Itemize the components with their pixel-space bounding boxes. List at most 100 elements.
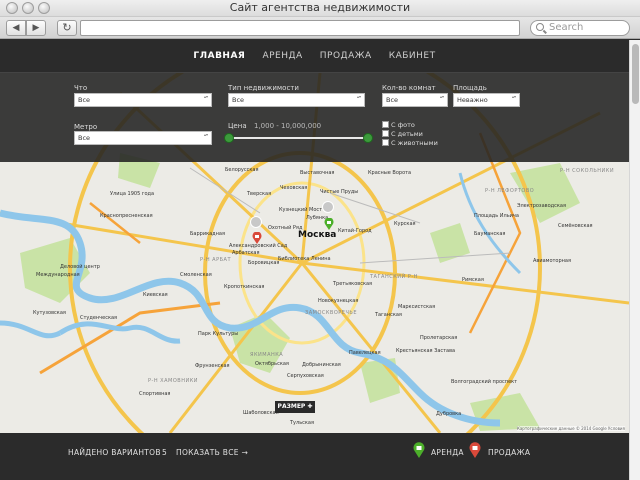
map-district-label: Р-Н СОКОЛЬНИКИ <box>560 168 615 174</box>
map-station-label: Кропоткинская <box>224 284 265 290</box>
show-all-link[interactable]: ПОКАЗАТЬ ВСЕ → <box>176 448 248 457</box>
nav-sale[interactable]: ПРОДАЖА <box>320 51 372 61</box>
with-photo-checkbox[interactable] <box>382 121 389 128</box>
map-district-label: Р-Н ЛЕФОРТОВО <box>485 188 535 194</box>
map-station-label: Библиотека Ленина <box>278 256 331 262</box>
map-station-label: Шаболовская <box>243 410 279 416</box>
reload-button[interactable]: ↻ <box>57 20 77 36</box>
rent-pin-icon[interactable] <box>324 218 334 230</box>
found-label: НАЙДЕНО ВАРИАНТОВ <box>68 448 161 457</box>
city-label: Москва <box>298 230 337 240</box>
nav-rent[interactable]: АРЕНДА <box>262 51 302 61</box>
map-station-label: Курская <box>394 221 416 227</box>
map-district-label: Р-Н АРБАТ <box>200 257 232 263</box>
map-station-label: Дубровка <box>436 411 462 417</box>
map-station-label: Красные Ворота <box>368 170 412 176</box>
with-pets-checkbox[interactable] <box>382 139 389 146</box>
metro-label: Метро <box>74 123 98 131</box>
map-station-label: Кутузовская <box>33 310 66 316</box>
map-station-label: Чеховская <box>280 185 308 191</box>
map-station-label: Боровицкая <box>248 260 280 266</box>
sale-pin-icon[interactable] <box>252 232 262 244</box>
vertical-scrollbar[interactable] <box>629 40 640 480</box>
with-children-checkbox[interactable] <box>382 130 389 137</box>
map-station-label: Электрозаводская <box>517 203 566 209</box>
what-select[interactable]: Все <box>74 93 212 107</box>
map-district-label: ТАГАНСКИЙ Р-Н <box>370 274 418 280</box>
found-count: 5 <box>162 448 168 457</box>
map-station-label: Новокузнецкая <box>318 298 359 304</box>
nav-home[interactable]: ГЛАВНАЯ <box>193 51 245 61</box>
map-station-label: Чистые Пруды <box>320 189 359 195</box>
window-title: Сайт агентства недвижимости <box>229 1 411 14</box>
map-station-label: Улица 1905 года <box>110 191 155 197</box>
map-station-label: Китай-Город <box>338 228 372 234</box>
scrollbar-thumb[interactable] <box>632 44 639 104</box>
map-size-button[interactable]: РАЗМЕР ✚ <box>275 401 315 413</box>
map-station-label: Арбатская <box>232 250 260 256</box>
map-station-label: Смоленская <box>180 272 212 278</box>
map-station-label: Баррикадная <box>190 231 225 237</box>
map-station-label: Краснопресненская <box>100 213 153 219</box>
map-station-label: Добрынинская <box>302 362 341 368</box>
what-label: Что <box>74 84 88 92</box>
map-station-label: Римская <box>462 277 484 283</box>
area-label: Площадь <box>453 84 487 92</box>
map-station-label: Тверская <box>247 191 272 197</box>
map-station-label: Деловой центр <box>60 264 100 270</box>
map-station-label: Международная <box>36 272 80 278</box>
search-field[interactable]: Search <box>530 20 630 36</box>
map-station-label: Авиамоторная <box>533 258 571 264</box>
map-station-label: Павелецкая <box>349 350 381 356</box>
with-pets-label: С животными <box>391 139 438 147</box>
map-district-label: Р-Н ХАМОВНИКИ <box>148 378 198 384</box>
rooms-label: Кол-во комнат <box>382 84 436 92</box>
map-station-label: Фрунзенская <box>195 363 230 369</box>
with-children-label: С детьми <box>391 130 423 138</box>
map-station-label: Октябрьская <box>255 361 289 367</box>
listing-photo-marker[interactable] <box>250 216 262 228</box>
forward-button[interactable]: ▶ <box>26 20 46 36</box>
price-label: Цена <box>228 122 247 130</box>
main-nav: ГЛАВНАЯ АРЕНДА ПРОДАЖА КАБИНЕТ <box>0 40 629 72</box>
search-placeholder: Search <box>549 22 584 33</box>
address-bar[interactable] <box>80 20 520 36</box>
metro-select[interactable]: Все <box>74 131 212 145</box>
results-footer: НАЙДЕНО ВАРИАНТОВ 5 ПОКАЗАТЬ ВСЕ → АРЕНД… <box>0 435 629 480</box>
map-station-label: Бауманская <box>474 231 506 237</box>
map-station-label: Крестьянская Застава <box>396 348 456 354</box>
map-station-label: Киевская <box>143 292 168 298</box>
filter-panel: Что Все Тип недвижимости Все Кол-во комн… <box>0 73 629 162</box>
map-station-label: Таганская <box>375 312 402 318</box>
sale-legend-label[interactable]: ПРОДАЖА <box>488 448 530 457</box>
price-slider-max-handle[interactable] <box>363 133 373 143</box>
map-station-label: Кузнецкий Мост <box>279 207 323 213</box>
sale-legend-icon <box>469 442 481 458</box>
search-icon <box>536 23 544 31</box>
map-station-label: Выставочная <box>300 170 335 176</box>
rooms-select[interactable]: Все <box>382 93 448 107</box>
browser-window: Сайт агентства недвижимости ◀ ▶ ↻ Search… <box>0 0 640 480</box>
type-select[interactable]: Все <box>228 93 365 107</box>
map-station-label: Студенческая <box>80 315 118 321</box>
map-district-label: ЗАМОСКВОРЕЧЬЕ <box>305 310 357 316</box>
price-slider-min-handle[interactable] <box>224 133 234 143</box>
map-station-label: Площадь Ильича <box>474 213 519 219</box>
title-bar: Сайт агентства недвижимости <box>0 0 640 17</box>
back-button[interactable]: ◀ <box>6 20 26 36</box>
type-label: Тип недвижимости <box>228 84 299 92</box>
price-slider-track[interactable] <box>230 137 368 139</box>
nav-cabinet[interactable]: КАБИНЕТ <box>389 51 436 61</box>
price-range-value: 1,000 - 10,000,000 <box>254 122 322 130</box>
map-station-label: Белорусская <box>225 167 259 173</box>
rent-legend-label[interactable]: АРЕНДА <box>431 448 464 457</box>
map-station-label: Семёновская <box>558 223 593 229</box>
with-photo-label: С фото <box>391 121 415 129</box>
map-station-label: Третьяковская <box>333 281 373 287</box>
area-select[interactable]: Неважно <box>453 93 520 107</box>
listing-photo-marker[interactable] <box>322 201 334 213</box>
map-station-label: Пролетарская <box>420 335 458 341</box>
map-station-label: Парк Культуры <box>198 331 239 337</box>
map-station-label: Тульская <box>290 420 314 426</box>
map-station-label: Волгоградский проспект <box>451 379 518 385</box>
